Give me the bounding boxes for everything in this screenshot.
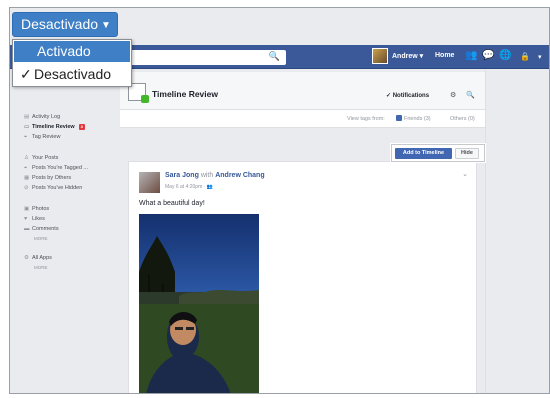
search-input[interactable]: 🔍 xyxy=(128,50,286,65)
add-to-timeline-button[interactable]: Add to Timeline xyxy=(395,148,452,159)
post-timestamp[interactable]: May 6 at 4:20pm · 👥 xyxy=(165,184,213,190)
chevron-down-icon[interactable]: ⌄ xyxy=(462,170,468,178)
sidebar-item-posts-tagged[interactable]: ⌖ Posts You're Tagged ... xyxy=(24,165,88,174)
author-avatar[interactable] xyxy=(139,172,160,193)
lock-icon[interactable]: 🔒 xyxy=(520,52,530,61)
hidden-icon: ⊘ xyxy=(24,185,29,191)
notification-badge: 3 xyxy=(78,124,85,130)
globe-icon[interactable]: 🌐 xyxy=(499,50,511,61)
post-photo[interactable] xyxy=(139,214,259,393)
profile-name-link[interactable]: Andrew ▾ xyxy=(392,52,423,60)
sidebar-item-tag-review[interactable]: ⌖ Tag Review xyxy=(24,134,60,143)
search-icon[interactable]: 🔍 xyxy=(466,91,475,99)
apps-icon: ⚙ xyxy=(24,255,29,261)
sidebar-more-link[interactable]: MORE xyxy=(34,265,48,270)
home-link[interactable]: Home xyxy=(435,52,454,59)
friends-filter-label[interactable]: Friends (3) xyxy=(404,116,431,122)
dropdown-option-activado[interactable]: Activado xyxy=(14,41,130,62)
chevron-down-icon[interactable]: ▾ xyxy=(538,53,542,61)
check-icon: ✓ xyxy=(20,66,32,82)
dropdown-option-desactivado[interactable]: ✓ Desactivado xyxy=(14,64,130,85)
friends-icon[interactable]: 👥 xyxy=(465,50,477,61)
messages-icon[interactable]: 💬 xyxy=(482,50,494,61)
sidebar-more-link[interactable]: MORE xyxy=(34,236,48,241)
comment-icon: ▬ xyxy=(24,226,30,232)
others-filter-label[interactable]: Others (0) xyxy=(450,116,475,122)
post-date-text: May 6 at 4:20pm · xyxy=(165,184,207,190)
author-link[interactable]: Sara Jong xyxy=(165,172,199,179)
post-header: Sara Jong with Andrew Chang xyxy=(165,172,265,179)
toggle-dropdown-button[interactable]: Desactivado ▼ xyxy=(12,12,118,37)
tag-icon: ⌖ xyxy=(24,165,28,171)
sidebar-item-photos[interactable]: ▣ Photos xyxy=(24,206,49,215)
avatar[interactable] xyxy=(372,48,388,64)
friends-checkbox[interactable] xyxy=(396,115,402,121)
dropdown-menu: Activado ✓ Desactivado xyxy=(12,39,132,87)
page-header: Timeline Review ✓ Notifications ⚙ 🔍 xyxy=(120,72,485,110)
post-card: Sara Jong with Andrew Chang May 6 at 4:2… xyxy=(128,161,477,393)
notifications-button[interactable]: ✓ Notifications xyxy=(386,92,429,99)
dropdown-option-label: Activado xyxy=(37,43,91,59)
tag-icon: ⌖ xyxy=(24,134,28,140)
sidebar-item-your-posts[interactable]: ♙ Your Posts xyxy=(24,155,58,164)
screenshot-frame: 🔍 Andrew ▾ Home 👥 💬 🌐 🔒 ▾ Timeline Revie… xyxy=(0,0,550,398)
page-title: Timeline Review xyxy=(152,89,218,99)
activity-log-icon: ▤ xyxy=(24,114,30,120)
person-icon: ♙ xyxy=(24,155,29,161)
search-icon[interactable]: 🔍 xyxy=(269,51,280,62)
timeline-review-icon: ▭ xyxy=(24,124,30,130)
like-icon: ♥ xyxy=(24,216,28,222)
caret-down-icon: ▼ xyxy=(101,20,111,31)
sidebar-item-all-apps[interactable]: ⚙ All Apps xyxy=(24,255,52,264)
post-actions: Add to Timeline Hide xyxy=(391,144,485,162)
dropdown-selected-label: Desactivado xyxy=(21,16,99,32)
sidebar-item-timeline-review[interactable]: ▭ Timeline Review 3 xyxy=(24,124,85,133)
post-text: What a beautiful day! xyxy=(139,200,205,207)
dropdown-option-label: Desactivado xyxy=(34,66,112,82)
gear-icon[interactable]: ⚙ xyxy=(450,91,456,99)
tags-filter: View tags from: Friends (3) Others (0) xyxy=(120,110,485,128)
sidebar-item-likes[interactable]: ♥ Likes xyxy=(24,216,45,225)
sidebar-item-activity-log[interactable]: ▤ Activity Log xyxy=(24,114,60,123)
photo-image xyxy=(139,214,259,393)
audience-icon: 👥 xyxy=(206,184,213,190)
with-label: with xyxy=(200,172,214,179)
right-column xyxy=(485,70,549,393)
sidebar-item-posts-hidden[interactable]: ⊘ Posts You've Hidden xyxy=(24,185,82,194)
tags-filter-label: View tags from: xyxy=(347,116,385,122)
posts-icon: ▦ xyxy=(24,175,30,181)
tagged-friend-link[interactable]: Andrew Chang xyxy=(215,172,264,179)
hide-button[interactable]: Hide xyxy=(455,148,479,159)
sidebar-item-comments[interactable]: ▬ Comments xyxy=(24,226,59,235)
sidebar-item-posts-by-others[interactable]: ▦ Posts by Others xyxy=(24,175,71,184)
photo-icon: ▣ xyxy=(24,206,30,212)
